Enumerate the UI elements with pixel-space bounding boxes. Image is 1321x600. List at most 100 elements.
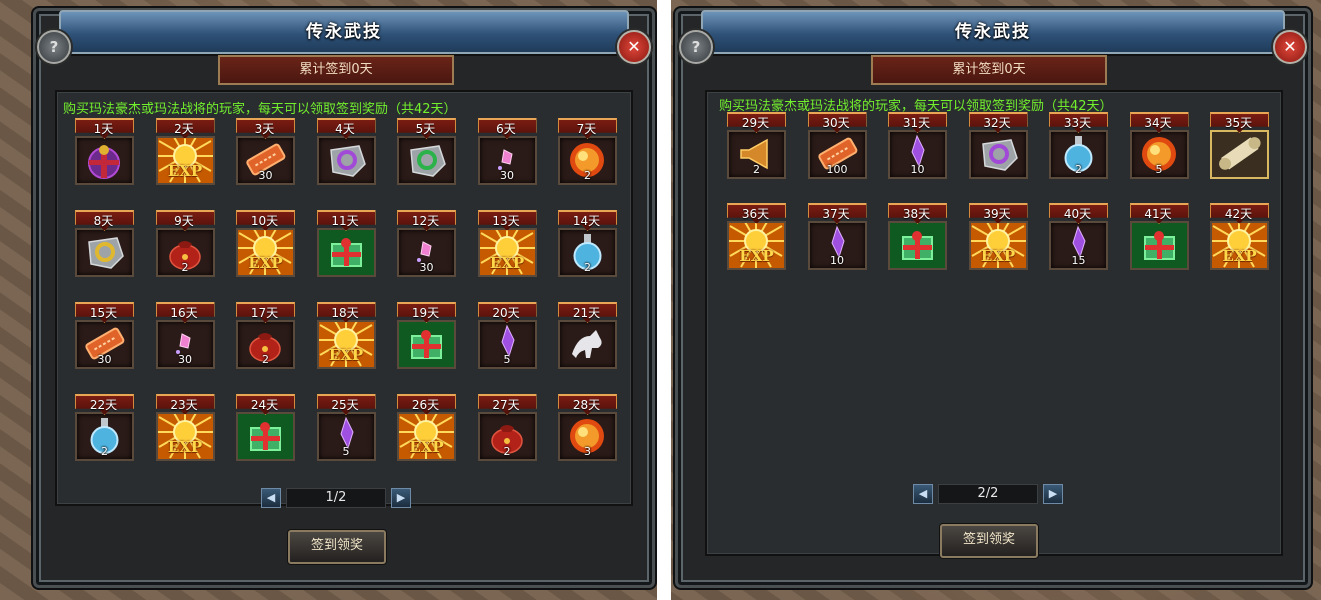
reward-slot[interactable]: EXP [727, 221, 786, 270]
exp-label: EXP [739, 247, 774, 265]
reward-day-cell[interactable]: 13天 EXP [476, 210, 537, 277]
reward-slot[interactable]: 30 [155, 320, 215, 369]
reward-day-cell[interactable]: 20天 5 [476, 302, 537, 369]
reward-day-cell[interactable]: 3天 30 [234, 118, 295, 185]
reward-day-cell[interactable]: 33天 2 [1047, 112, 1108, 179]
reward-slot[interactable]: EXP [1210, 221, 1269, 270]
reward-day-cell[interactable]: 38天 [886, 203, 947, 270]
reward-slot[interactable]: EXP [316, 320, 376, 369]
close-icon[interactable]: ✕ [617, 30, 651, 64]
reward-slot[interactable] [968, 130, 1028, 179]
reward-day-cell[interactable]: 36天 EXP [725, 203, 786, 270]
reward-slot[interactable]: EXP [155, 136, 215, 185]
reward-day-cell[interactable]: 42天 EXP [1208, 203, 1269, 270]
reward-day-cell[interactable]: 14天 2 [556, 210, 617, 277]
reward-slot[interactable] [236, 412, 295, 461]
reward-day-cell[interactable]: 10天 EXP [234, 210, 295, 277]
claim-reward-button[interactable]: 签到领奖 [288, 530, 386, 564]
next-page-button[interactable]: ▶ [391, 488, 411, 508]
reward-day-cell[interactable]: 19天 [395, 302, 456, 369]
reward-slot[interactable]: EXP [236, 228, 295, 277]
reward-day-cell[interactable]: 9天 2 [154, 210, 215, 277]
reward-slot[interactable]: 30 [397, 228, 456, 277]
reward-slot[interactable] [316, 228, 376, 277]
reward-slot[interactable] [1129, 221, 1189, 270]
help-icon[interactable]: ? [37, 30, 71, 64]
reward-day-cell[interactable]: 28天 3 [556, 394, 617, 461]
reward-day-cell[interactable]: 21天 [556, 302, 617, 369]
reward-slot[interactable] [888, 221, 947, 270]
reward-slot[interactable]: EXP [477, 228, 537, 277]
reward-slot[interactable]: 30 [477, 136, 537, 185]
reward-day-cell[interactable]: 37天 10 [806, 203, 867, 270]
reward-slot[interactable]: 30 [236, 136, 295, 185]
reward-slot[interactable]: 2 [727, 130, 786, 179]
reward-slot[interactable] [558, 320, 617, 369]
reward-slot[interactable]: 5 [477, 320, 537, 369]
reward-day-cell[interactable]: 4天 [315, 118, 376, 185]
reward-slot[interactable]: 2 [155, 228, 215, 277]
reward-day-cell[interactable]: 1天 [73, 118, 134, 185]
reward-day-cell[interactable]: 39天 EXP [967, 203, 1028, 270]
reward-day-cell[interactable]: 25天 5 [315, 394, 376, 461]
reward-slot[interactable]: 2 [75, 412, 134, 461]
reward-day-cell[interactable]: 12天 30 [395, 210, 456, 277]
reward-slot[interactable] [316, 136, 376, 185]
close-icon[interactable]: ✕ [1273, 30, 1307, 64]
reward-slot[interactable]: 2 [1049, 130, 1108, 179]
reward-day-cell[interactable]: 31天 10 [886, 112, 947, 179]
reward-slot[interactable]: 100 [807, 130, 867, 179]
reward-slot[interactable]: 2 [477, 412, 537, 461]
day-label: 1天 [93, 122, 114, 136]
reward-day-cell[interactable]: 11天 [315, 210, 376, 277]
reward-day-cell[interactable]: 23天 EXP [154, 394, 215, 461]
reward-slot[interactable] [1210, 130, 1269, 179]
reward-day-cell[interactable]: 26天 EXP [395, 394, 456, 461]
reward-slot[interactable]: 15 [1049, 221, 1108, 270]
reward-day-cell[interactable]: 35天 [1208, 112, 1269, 179]
reward-slot[interactable]: 3 [558, 412, 617, 461]
reward-slot[interactable]: 10 [888, 130, 947, 179]
reward-day-cell[interactable]: 7天 2 [556, 118, 617, 185]
reward-slot[interactable]: 5 [1129, 130, 1189, 179]
reward-day-cell[interactable]: 34天 5 [1128, 112, 1189, 179]
reward-day-cell[interactable]: 17天 2 [234, 302, 295, 369]
reward-day-cell[interactable]: 40天 15 [1047, 203, 1108, 270]
item-count: 30 [178, 353, 192, 366]
reward-slot[interactable]: EXP [155, 412, 215, 461]
reward-day-cell[interactable]: 18天 EXP [315, 302, 376, 369]
reward-slot[interactable]: 2 [558, 228, 617, 277]
reward-day-cell[interactable]: 16天 30 [154, 302, 215, 369]
reward-slot[interactable]: 2 [558, 136, 617, 185]
reward-slot[interactable]: 10 [807, 221, 867, 270]
day-label: 15天 [89, 306, 118, 320]
reward-day-cell[interactable]: 2天 EXP [154, 118, 215, 185]
reward-day-cell[interactable]: 22天 2 [73, 394, 134, 461]
reward-day-cell[interactable]: 15天 30 [73, 302, 134, 369]
reward-slot[interactable]: 30 [75, 320, 134, 369]
reward-day-cell[interactable]: 41天 [1128, 203, 1189, 270]
reward-day-cell[interactable]: 30天 100 [806, 112, 867, 179]
reward-slot[interactable]: 2 [236, 320, 295, 369]
reward-slot[interactable] [397, 320, 456, 369]
reward-slot[interactable]: EXP [397, 412, 456, 461]
next-page-button[interactable]: ▶ [1043, 484, 1063, 504]
reward-day-cell[interactable]: 29天 2 [725, 112, 786, 179]
reward-day-cell[interactable]: 32天 [967, 112, 1028, 179]
reward-day-cell[interactable]: 6天 30 [476, 118, 537, 185]
reward-slot[interactable] [397, 136, 456, 185]
reward-day-cell[interactable]: 24天 [234, 394, 295, 461]
prev-page-button[interactable]: ◀ [261, 488, 281, 508]
exp-label: EXP [167, 162, 203, 180]
reward-day-cell[interactable]: 8天 [73, 210, 134, 277]
reward-day-cell[interactable]: 5天 [395, 118, 456, 185]
reward-slot[interactable]: 5 [316, 412, 376, 461]
reward-slot[interactable] [75, 136, 134, 185]
reward-slot[interactable]: EXP [968, 221, 1028, 270]
day-label: 16天 [170, 306, 198, 320]
help-icon[interactable]: ? [679, 30, 713, 64]
claim-reward-button[interactable]: 签到领奖 [940, 524, 1038, 558]
prev-page-button[interactable]: ◀ [913, 484, 933, 504]
reward-day-cell[interactable]: 27天 2 [476, 394, 537, 461]
reward-slot[interactable] [75, 228, 134, 277]
